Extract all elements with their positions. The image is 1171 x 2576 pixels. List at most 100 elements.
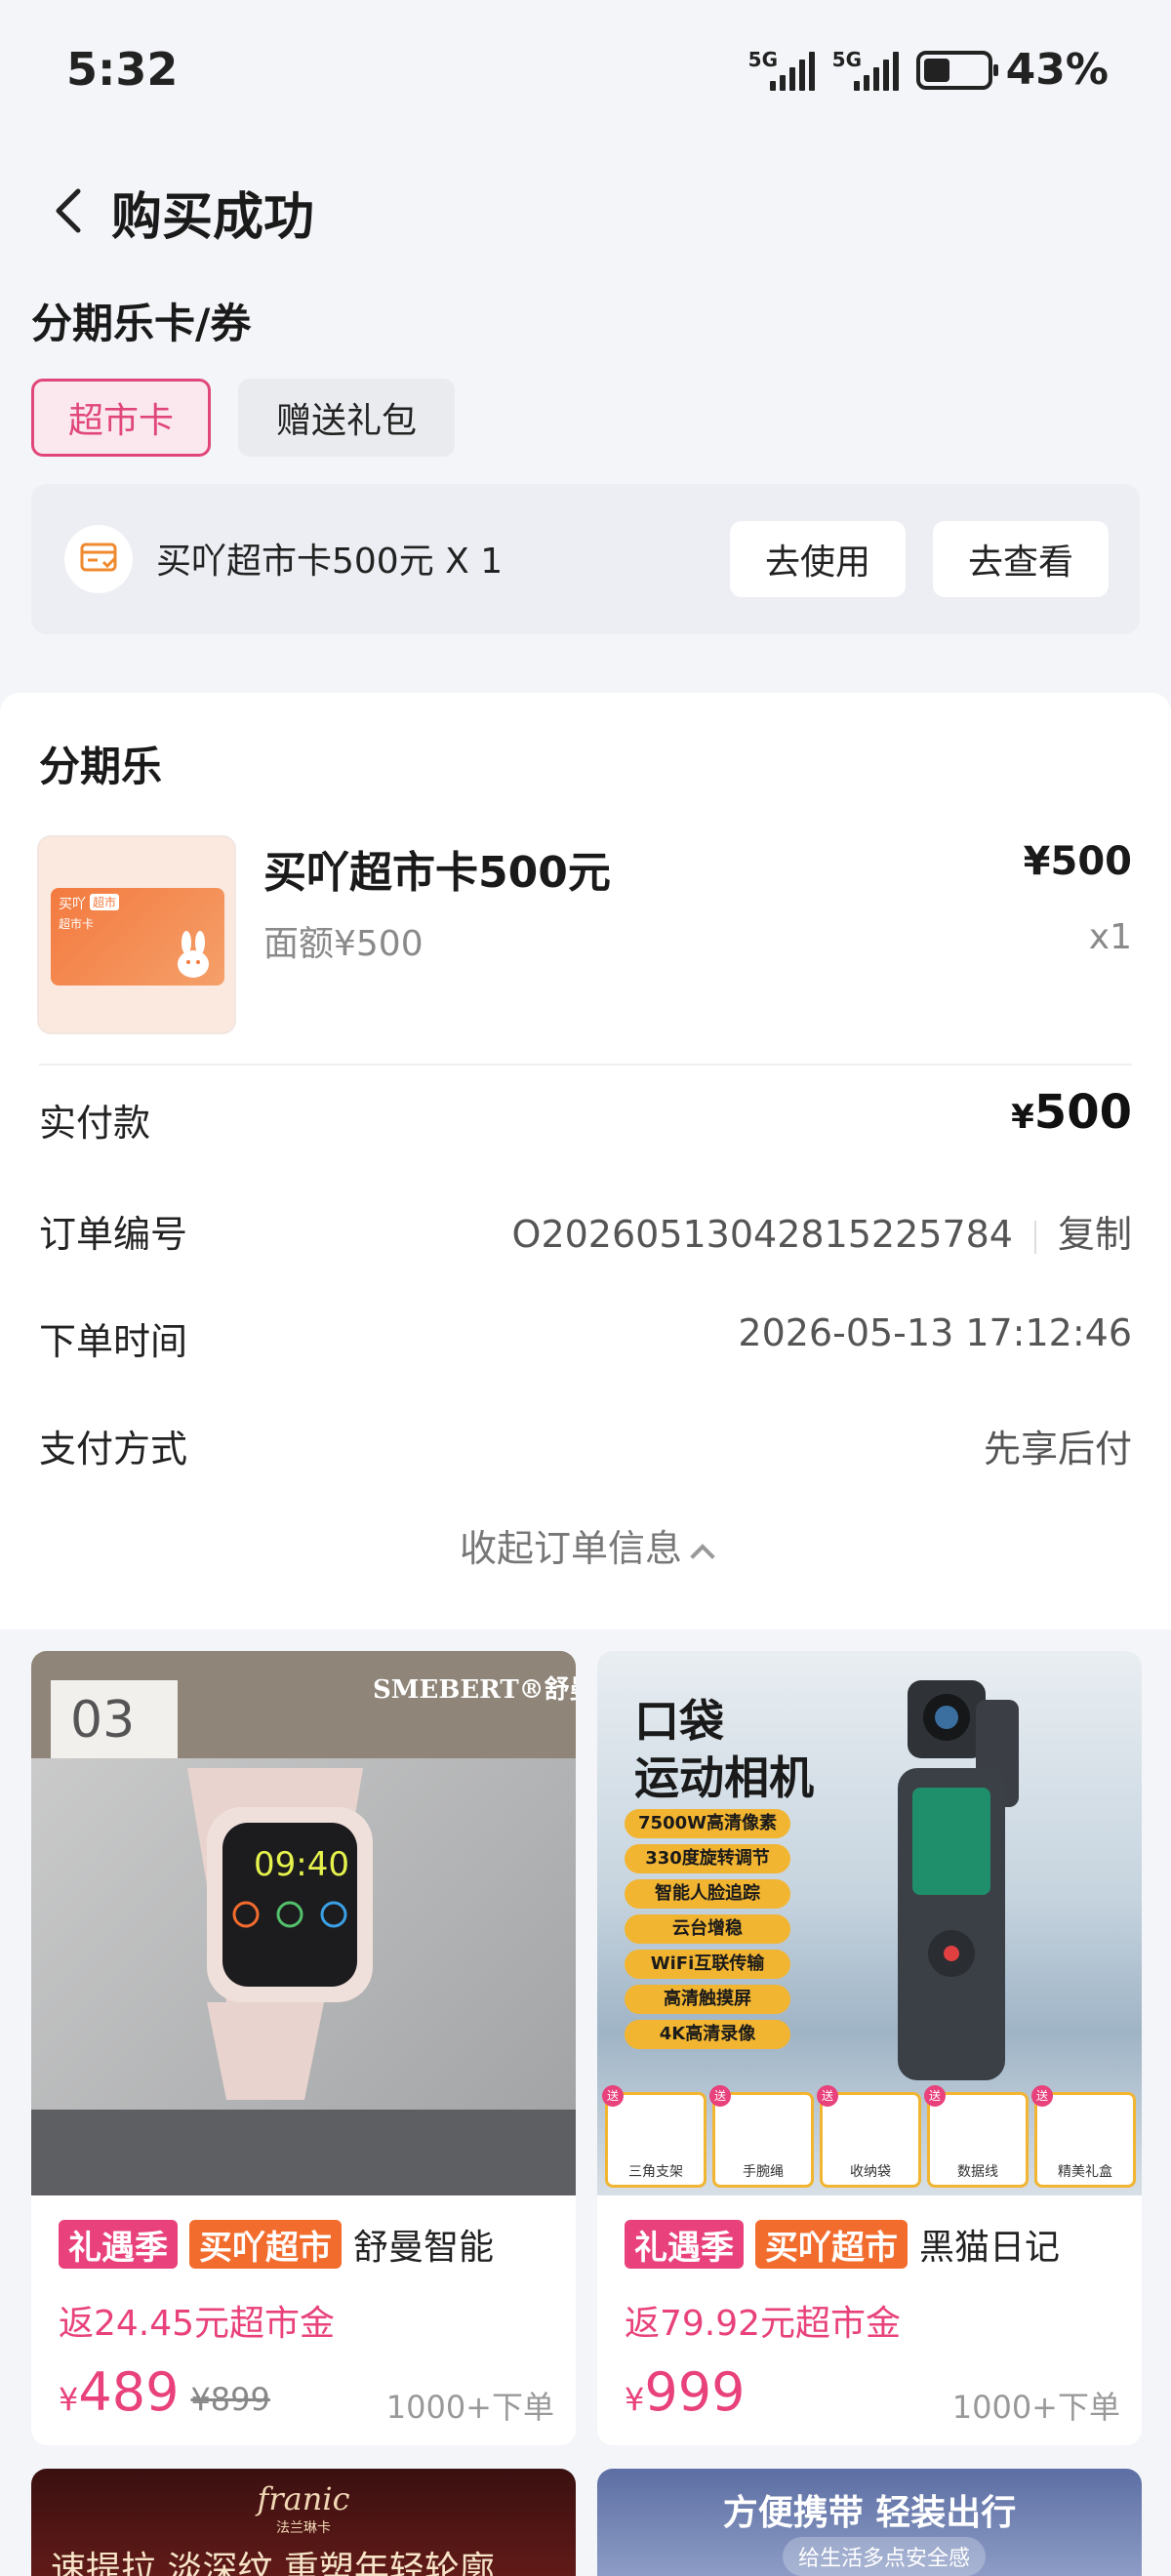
- gift-badge: 送: [817, 2085, 838, 2107]
- svg-text:03: 03: [70, 1691, 135, 1750]
- sold-count: 1000+下单: [951, 2389, 1120, 2426]
- order-number-label: 订单编号: [39, 1213, 188, 1256]
- gift-badge: 送: [602, 2085, 624, 2107]
- product-title: 舒曼智能: [353, 2228, 495, 2268]
- status-icons: 5G 5G 43%: [748, 45, 1109, 95]
- back-button[interactable]: [49, 185, 88, 236]
- rabbit-icon: [178, 931, 209, 978]
- status-bar: 5:32 5G 5G 43%: [0, 0, 1171, 146]
- gift-badge: 送: [709, 2085, 731, 2107]
- chevron-left-icon: [56, 188, 81, 233]
- status-time: 5:32: [66, 43, 179, 96]
- page-title: 购买成功: [111, 188, 315, 247]
- order-section-title: 分期乐: [39, 743, 163, 790]
- image-sub: 法兰琳卡: [276, 2520, 331, 2536]
- product-card[interactable]: franic 法兰琳卡 速提拉 淡深纹 重塑年轻轮廓: [31, 2469, 576, 2576]
- promo-tag: 礼遇季: [59, 2220, 178, 2269]
- gift-item: 送收纳袋: [817, 2085, 921, 2188]
- product-price: ¥999: [625, 2361, 745, 2423]
- gift-item: 送手腕绳: [709, 2085, 814, 2188]
- product-card[interactable]: 口袋 运动相机 7500W高清像素 330度旋转调节 智能人脸追踪 云台增稳 WiFi互…: [597, 1651, 1142, 2445]
- feature-pill: 云台增稳: [625, 1914, 790, 1944]
- store-tag: 买吖超市: [755, 2220, 908, 2269]
- image-brand: franic: [257, 2480, 350, 2517]
- product-quantity: x1: [1088, 917, 1132, 957]
- price-value: 489: [78, 2361, 180, 2423]
- card-icon: [64, 525, 133, 593]
- paid-currency: ¥: [1011, 1098, 1034, 1137]
- gift-item: 送精美礼盒: [1031, 2085, 1136, 2188]
- paid-label: 实付款: [39, 1102, 151, 1145]
- image-title-2: 运动相机: [634, 1751, 814, 1804]
- gift-label: 三角支架: [628, 2164, 683, 2180]
- cashback-text: 返79.92元超市金: [625, 2304, 902, 2344]
- card-item: 买吖超市卡500元 X 1 去使用 去查看: [31, 484, 1140, 634]
- card-coupon-section: 分期乐卡/券 超市卡 赠送礼包 买吖超市卡500元 X 1 去使用 去查看: [0, 273, 1171, 668]
- order-number-row: 订单编号 O202605130428152257​84 复制: [39, 1204, 1132, 1263]
- order-section: 分期乐 买吖 超市 超市卡 买吖超市卡500元 面额¥500 ¥500 x1 实…: [0, 693, 1171, 1630]
- gift-list: 送三角支架送手腕绳送收纳袋送数据线送精美礼盒: [602, 2085, 1136, 2188]
- camera-device-icon: [898, 1680, 1019, 2080]
- battery-icon: [915, 50, 998, 90]
- gift-label: 手腕绳: [743, 2164, 784, 2180]
- price-value: 999: [644, 2361, 746, 2423]
- paid-amount: ¥500: [1011, 1085, 1132, 1140]
- order-number-value: O202605130428152257​84 复制: [512, 1204, 1132, 1258]
- feature-pill: 智能人脸追踪: [625, 1879, 790, 1909]
- product-tags: 礼遇季 买吖超市 舒曼智能: [59, 2219, 566, 2270]
- product-price: ¥489 ¥899: [59, 2361, 270, 2423]
- gift-badge: 送: [1031, 2085, 1053, 2107]
- image-text: 速提拉 淡深纹 重塑年轻轮廓: [51, 2550, 495, 2576]
- tab-supermarket-card[interactable]: 超市卡: [31, 379, 211, 457]
- payment-method-label: 支付方式: [39, 1428, 188, 1470]
- signal-icon: 5G: [748, 48, 819, 93]
- payment-method-row: 支付方式 先享后付: [39, 1419, 1132, 1477]
- svg-text:09:40: 09:40: [254, 1845, 349, 1884]
- collapse-label: 收起订单信息: [459, 1527, 682, 1570]
- gift-label: 精美礼盒: [1058, 2164, 1112, 2180]
- image-text: 方便携带 轻装出行: [722, 2493, 1017, 2533]
- card-brand-text: 买吖: [59, 897, 86, 912]
- page-header: 购买成功: [0, 146, 1171, 273]
- gift-label: 数据线: [957, 2164, 998, 2180]
- gift-item: 送三角支架: [602, 2085, 707, 2188]
- gift-item: 送数据线: [924, 2085, 1029, 2188]
- price-currency: ¥: [625, 2381, 645, 2418]
- product-name: 买吖超市卡500元: [263, 848, 611, 898]
- store-tag: 买吖超市: [189, 2220, 342, 2269]
- product-face-value: 面额¥500: [263, 924, 424, 964]
- card-item-label: 买吖超市卡500元 X 1: [156, 542, 504, 582]
- paid-value: 500: [1033, 1085, 1132, 1140]
- view-button[interactable]: 去查看: [933, 521, 1109, 597]
- product-card[interactable]: 方便携带 轻装出行 给生活多点安全感: [597, 2469, 1142, 2576]
- battery-percent: 43%: [1005, 45, 1109, 95]
- product-tags: 礼遇季 买吖超市 黑猫日记: [625, 2219, 1132, 2270]
- order-time-row: 下单时间 2026-05-13 17:12:46: [39, 1311, 1132, 1370]
- copy-button[interactable]: 复制: [1058, 1213, 1132, 1256]
- feature-list: 7500W高清像素 330度旋转调节 智能人脸追踪 云台增稳 WiFi互联传输 高清触摸屏…: [625, 1809, 790, 2055]
- order-time-value: 2026-05-13 17:12:46: [738, 1311, 1132, 1354]
- collapse-order-info-button[interactable]: 收起订单信息: [0, 1518, 1171, 1572]
- card-sub-text: 超市卡: [59, 917, 95, 931]
- product-card[interactable]: 03 SMEBERT®舒曼 09:40 礼遇季 买吖超市 舒曼智能 返24.45…: [31, 1651, 576, 2445]
- section-title: 分期乐卡/券: [31, 300, 252, 347]
- feature-pill: 高清触摸屏: [625, 1985, 790, 2014]
- signal-icon-2: 5G: [832, 48, 903, 93]
- product-image-watch: 03 SMEBERT®舒曼 09:40: [31, 1651, 576, 2195]
- tab-gift-package[interactable]: 赠送礼包: [238, 379, 455, 457]
- sold-count: 1000+下单: [385, 2389, 554, 2426]
- price-currency: ¥: [59, 2381, 79, 2418]
- image-sub: 给生活多点安全感: [783, 2537, 987, 2576]
- use-button[interactable]: 去使用: [730, 521, 906, 597]
- payment-method-value: 先享后付: [983, 1428, 1132, 1470]
- paid-row: 实付款 ¥500: [39, 1085, 1132, 1151]
- order-number: O202605130428152257​84: [511, 1213, 1013, 1256]
- image-title-1: 口袋: [634, 1695, 724, 1748]
- chevron-up-icon: [690, 1544, 715, 1569]
- svg-text:SMEBERT®舒曼: SMEBERT®舒曼: [373, 1674, 576, 1705]
- divider: [39, 1064, 1132, 1066]
- order-time-label: 下单时间: [39, 1320, 188, 1363]
- promo-tag: 礼遇季: [625, 2220, 744, 2269]
- feature-pill: 7500W高清像素: [625, 1809, 790, 1838]
- gift-label: 收纳袋: [850, 2164, 891, 2180]
